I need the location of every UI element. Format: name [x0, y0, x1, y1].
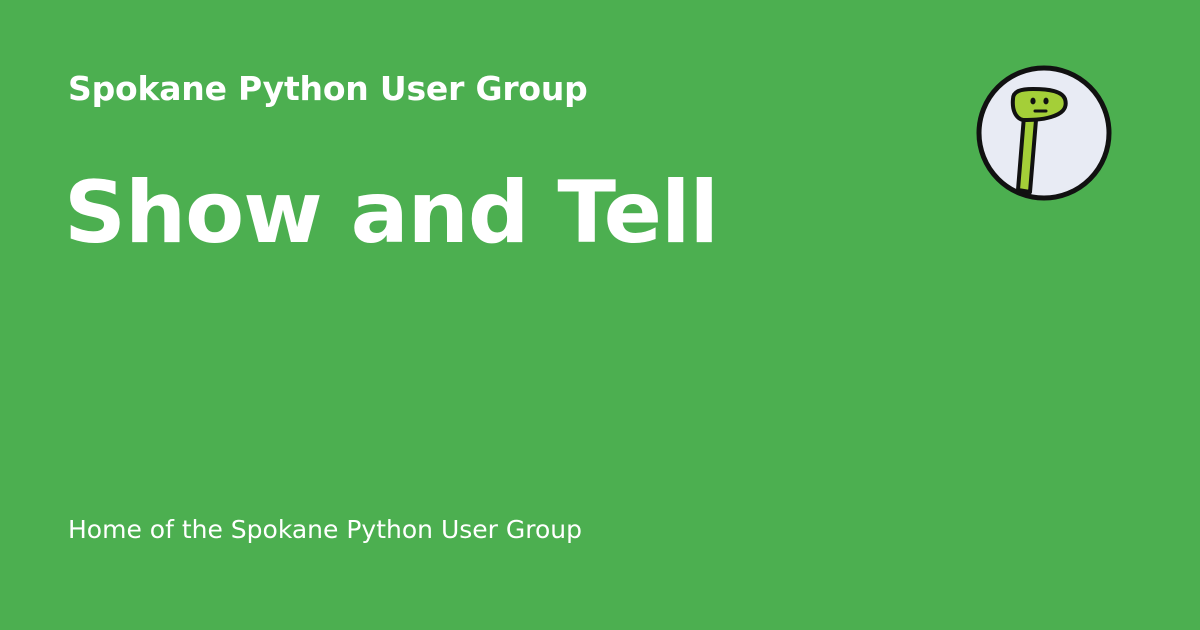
social-card: Spokane Python User Group Show and Tell …	[0, 0, 1200, 630]
page-title: Show and Tell	[64, 163, 719, 263]
site-name: Spokane Python User Group	[68, 69, 588, 108]
site-tagline: Home of the Spokane Python User Group	[68, 515, 583, 544]
snake-mascot-icon	[976, 65, 1112, 201]
snake-mascot-logo	[975, 64, 1113, 202]
